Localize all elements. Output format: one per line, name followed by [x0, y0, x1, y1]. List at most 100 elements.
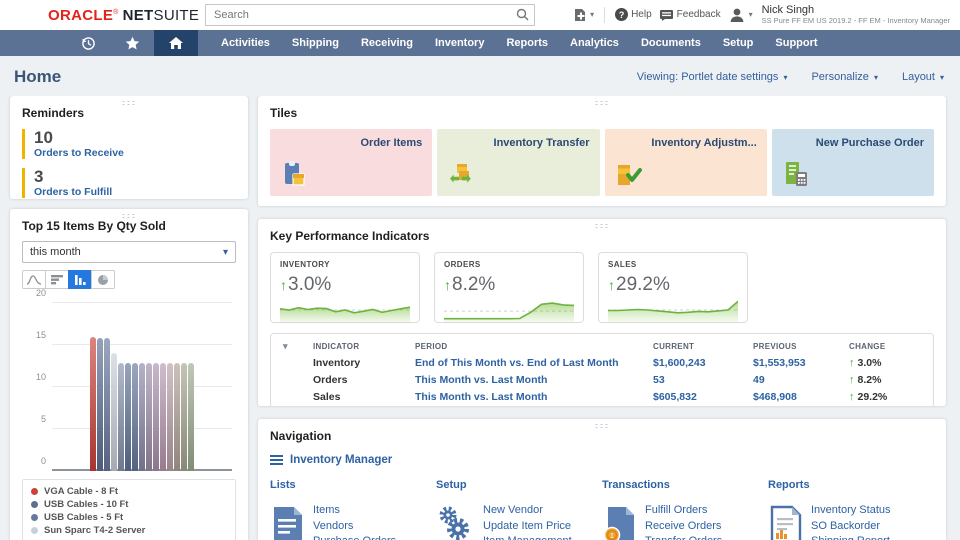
netsuite-dashboard: ORACLE®NETSUITE ▾ ? Help Feedback ▾	[0, 0, 960, 540]
legend-dot	[31, 501, 38, 508]
navigation-portlet: Navigation Inventory Manager Lists Items…	[258, 419, 946, 540]
bar[interactable]	[139, 363, 145, 471]
bar[interactable]	[104, 338, 110, 471]
help-icon: ?	[615, 8, 628, 21]
drag-handle-icon[interactable]	[121, 100, 137, 106]
nav-item-receiving[interactable]: Receiving	[350, 30, 424, 56]
nav-item-inventory[interactable]: Inventory	[424, 30, 496, 56]
new-record-button[interactable]: ▾	[573, 8, 594, 22]
kpi-row-current-link[interactable]: $1,600,243	[653, 357, 753, 369]
bar[interactable]	[118, 363, 124, 471]
tile-new-purchase-order[interactable]: New Purchase Order	[772, 129, 934, 196]
registered-mark: ®	[113, 9, 118, 16]
feedback-button[interactable]: Feedback	[659, 9, 721, 21]
reminder-link[interactable]: Orders to Fulfill	[34, 186, 236, 198]
bar[interactable]	[125, 363, 131, 471]
recent-records-button[interactable]	[66, 30, 110, 56]
reminders-portlet: Reminders 10 Orders to Receive 3 Orders …	[10, 96, 248, 199]
tile-inventory-adjustment[interactable]: Inventory Adjustm...	[605, 129, 767, 196]
bar[interactable]	[97, 338, 103, 471]
up-arrow-icon: ↑	[280, 278, 287, 292]
date-range-select[interactable]: this month ▾	[22, 241, 236, 263]
kpi-row-current-link[interactable]: $605,832	[653, 391, 753, 403]
vbar-chart-button[interactable]	[68, 270, 92, 289]
nav-link[interactable]: Vendors	[313, 519, 418, 535]
nav-item-analytics[interactable]: Analytics	[559, 30, 630, 56]
bar[interactable]	[90, 337, 96, 471]
col-header-change: CHANGE	[849, 342, 921, 351]
home-button[interactable]	[154, 30, 198, 56]
bar[interactable]	[174, 363, 180, 471]
nav-link[interactable]: Receive Orders	[645, 519, 724, 535]
svg-text:1: 1	[610, 533, 614, 540]
layout-dropdown[interactable]: Layout ▾	[902, 71, 944, 83]
kpi-row-previous-link[interactable]: $468,908	[753, 391, 849, 403]
nav-column-header[interactable]: Setup	[436, 479, 602, 491]
kpi-row-previous-link[interactable]: $1,553,953	[753, 357, 849, 369]
bar[interactable]	[111, 353, 117, 471]
nav-item-documents[interactable]: Documents	[630, 30, 712, 56]
nav-link[interactable]: Update Item Price	[483, 519, 572, 535]
drag-handle-icon[interactable]	[121, 213, 137, 219]
nav-column-header[interactable]: Lists	[270, 479, 436, 491]
dashboard-content: Reminders 10 Orders to Receive 3 Orders …	[0, 96, 960, 540]
nav-item-setup[interactable]: Setup	[712, 30, 765, 56]
topbar-actions: ▾ ? Help Feedback ▾ Nick Singh SS Pure F…	[573, 4, 960, 25]
bar[interactable]	[188, 363, 194, 471]
user-menu-button[interactable]: ▾	[728, 7, 753, 23]
kpi-card-inventory[interactable]: INVENTORY ↑3.0%	[270, 252, 420, 323]
bar[interactable]	[160, 363, 166, 471]
legend-item: USB Cables - 10 Ft	[31, 499, 227, 510]
reminder-orders-to-fulfill: 3 Orders to Fulfill	[22, 168, 236, 198]
nav-item-shipping[interactable]: Shipping	[281, 30, 350, 56]
kpi-row-change: ↑3.0%	[849, 357, 921, 369]
inventory-manager-link[interactable]: Inventory Manager	[270, 454, 934, 466]
table-menu-icon[interactable]: ▾	[283, 341, 313, 352]
kpi-row-period-link[interactable]: End of This Month vs. End of Last Month	[415, 357, 653, 369]
bar[interactable]	[181, 363, 187, 471]
kpi-card-orders[interactable]: ORDERS ↑8.2%	[434, 252, 584, 323]
nav-link[interactable]: Item Management	[483, 534, 572, 540]
kpi-row-previous-link[interactable]: 49	[753, 374, 849, 386]
search-input[interactable]	[205, 4, 535, 26]
bar[interactable]	[153, 363, 159, 471]
kpi-row-current-link[interactable]: 53	[653, 374, 753, 386]
tile-order-items[interactable]: Order Items	[270, 129, 432, 196]
shortcuts-button[interactable]	[110, 30, 154, 56]
nav-link[interactable]: Purchase Orders	[313, 534, 418, 540]
kpi-row-period-link[interactable]: This Month vs. Last Month	[415, 374, 653, 386]
star-icon	[125, 36, 140, 51]
bar[interactable]	[146, 363, 152, 471]
nav-column-header[interactable]: Transactions	[602, 479, 768, 491]
orders-sparkline	[444, 297, 574, 323]
help-button[interactable]: ? Help	[615, 8, 652, 21]
page-title: Home	[14, 67, 61, 87]
bar[interactable]	[167, 363, 173, 471]
nav-column-header[interactable]: Reports	[768, 479, 934, 491]
search-icon[interactable]	[516, 8, 529, 21]
sales-sparkline	[608, 297, 738, 323]
drag-handle-icon[interactable]	[594, 100, 610, 106]
hbar-chart-button[interactable]	[45, 270, 69, 289]
tile-inventory-transfer[interactable]: Inventory Transfer	[437, 129, 599, 196]
nav-link[interactable]: Transfer Orders	[645, 534, 724, 540]
nav-link[interactable]: Fulfill Orders	[645, 503, 724, 519]
reminder-link[interactable]: Orders to Receive	[34, 147, 236, 159]
nav-link[interactable]: Inventory Status	[811, 503, 924, 519]
nav-link[interactable]: Items	[313, 503, 418, 519]
nav-link[interactable]: SO Backorder	[811, 519, 924, 535]
nav-item-support[interactable]: Support	[764, 30, 828, 56]
drag-handle-icon[interactable]	[594, 223, 610, 229]
nav-item-activities[interactable]: Activities	[210, 30, 281, 56]
nav-link[interactable]: New Vendor	[483, 503, 572, 519]
kpi-card-sales[interactable]: SALES ↑29.2%	[598, 252, 748, 323]
bar[interactable]	[132, 363, 138, 471]
personalize-dropdown[interactable]: Personalize ▾	[811, 71, 878, 83]
kpi-row-period-link[interactable]: This Month vs. Last Month	[415, 391, 653, 403]
line-chart-button[interactable]	[22, 270, 46, 289]
drag-handle-icon[interactable]	[594, 423, 610, 429]
pie-chart-button[interactable]	[91, 270, 115, 289]
viewing-dropdown[interactable]: Viewing: Portlet date settings ▾	[637, 71, 788, 83]
nav-item-reports[interactable]: Reports	[495, 30, 559, 56]
nav-link[interactable]: Shipping Report	[811, 534, 924, 540]
